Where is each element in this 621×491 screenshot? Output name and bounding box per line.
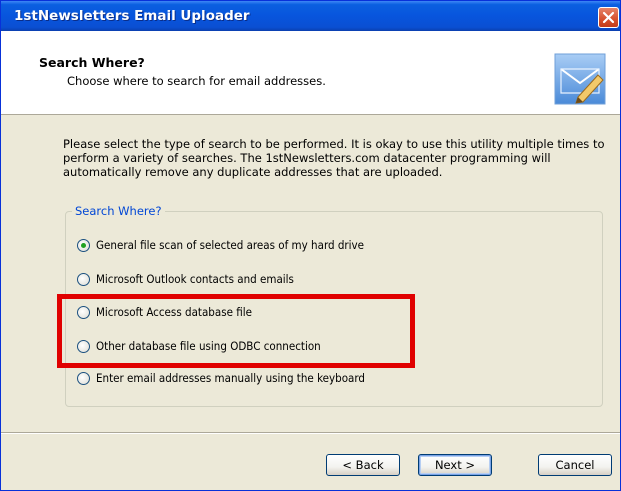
- title-bar[interactable]: 1stNewsletters Email Uploader: [1, 1, 620, 31]
- radio-manual-entry[interactable]: Enter email addresses manually using the…: [77, 370, 365, 386]
- highlight-annotation-box: [57, 294, 415, 368]
- close-icon: [602, 11, 615, 24]
- radio-button[interactable]: [77, 272, 90, 286]
- cancel-button[interactable]: Cancel: [538, 454, 612, 476]
- window-title: 1stNewsletters Email Uploader: [14, 8, 250, 24]
- page-title: Search Where?: [39, 55, 145, 70]
- footer-divider: [1, 432, 620, 434]
- radio-general-file-scan[interactable]: General file scan of selected areas of m…: [77, 237, 364, 253]
- back-button[interactable]: < Back: [326, 454, 400, 476]
- radio-label: General file scan of selected areas of m…: [96, 238, 365, 252]
- dialog-window: 1stNewsletters Email Uploader Search Whe…: [0, 0, 621, 491]
- instructions-text: Please select the type of search to be p…: [63, 137, 605, 179]
- envelope-pencil-icon: [554, 53, 606, 105]
- next-button[interactable]: Next >: [418, 454, 492, 476]
- radio-button[interactable]: [77, 371, 90, 385]
- radio-label: Microsoft Outlook contacts and emails: [96, 272, 294, 286]
- close-button[interactable]: [598, 7, 619, 28]
- group-legend: Search Where?: [72, 204, 165, 218]
- page-subtitle: Choose where to search for email address…: [67, 74, 326, 88]
- radio-label: Enter email addresses manually using the…: [96, 371, 366, 385]
- radio-button-selected[interactable]: [77, 238, 90, 252]
- radio-outlook-contacts[interactable]: Microsoft Outlook contacts and emails: [77, 271, 294, 287]
- wizard-header: Search Where? Choose where to search for…: [1, 31, 620, 115]
